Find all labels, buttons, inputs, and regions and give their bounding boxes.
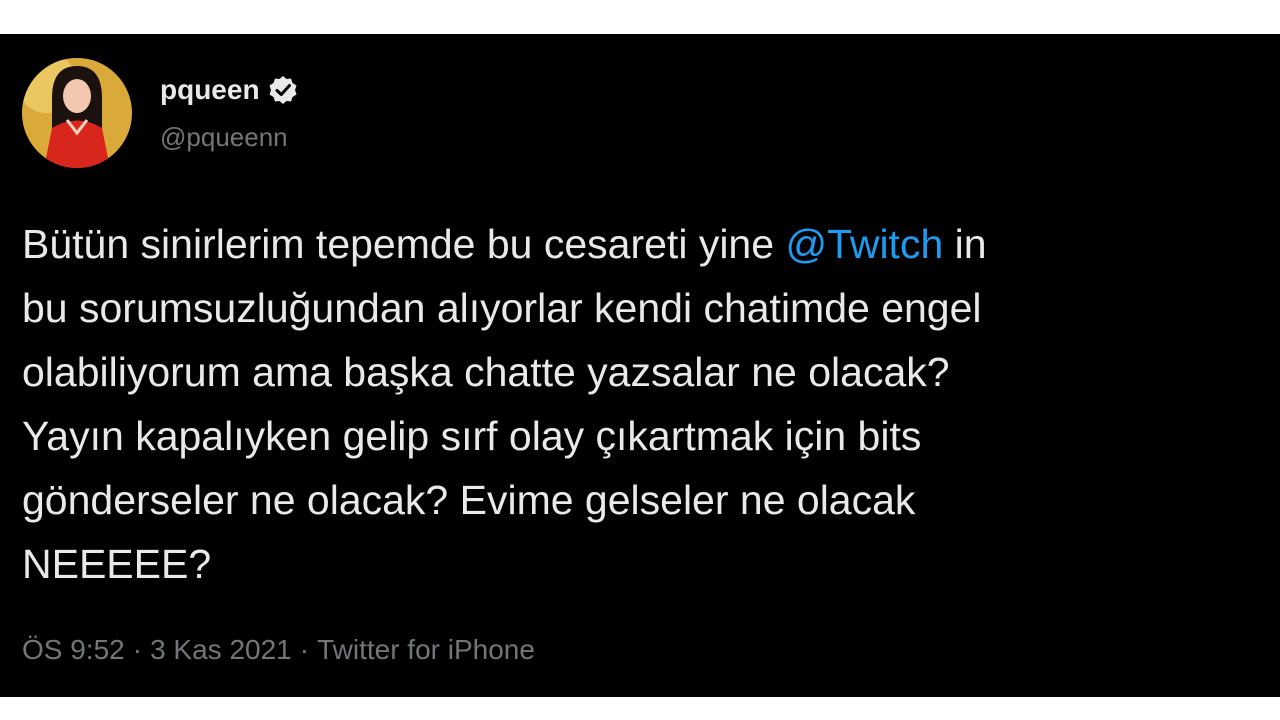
meta-separator: · [132,634,143,665]
author-display-name-row[interactable]: pqueen [160,74,298,106]
tweet-card: pqueen @pqueenn Bütün sinirlerim tepemde… [0,34,1280,697]
tweet-text-line: NEEEEE? [22,541,212,587]
tweet-source[interactable]: Twitter for iPhone [317,634,535,665]
tweet-text-segment: Bütün sinirlerim tepemde bu cesareti yin… [22,221,786,267]
tweet-text-line: olabiliyorum ama başka chatte yazsalar n… [22,349,950,395]
tweet-text: Bütün sinirlerim tepemde bu cesareti yin… [22,212,1267,596]
verified-badge-icon [268,75,298,105]
author-handle[interactable]: @pqueenn [160,122,288,153]
author-display-name[interactable]: pqueen [160,74,260,106]
tweet-text-line: Bütün sinirlerim tepemde bu cesareti yin… [22,212,1267,276]
tweet-text-line: gönderseler ne olacak? Evime gelseler ne… [22,477,916,523]
tweet-time[interactable]: ÖS 9:52 [22,634,125,665]
avatar-image [22,58,132,168]
twitch-mention-link[interactable]: @Twitch [785,221,943,267]
tweet-meta: ÖS 9:52 · 3 Kas 2021 · Twitter for iPhone [22,634,535,666]
meta-separator: · [299,634,310,665]
tweet-text-line: bu sorumsuzluğundan alıyorlar kendi chat… [22,285,982,331]
avatar[interactable] [22,58,132,168]
tweet-text-segment: in [943,221,987,267]
tweet-text-line: Yayın kapalıyken gelip sırf olay çıkartm… [22,413,922,459]
tweet-date[interactable]: 3 Kas 2021 [150,634,292,665]
